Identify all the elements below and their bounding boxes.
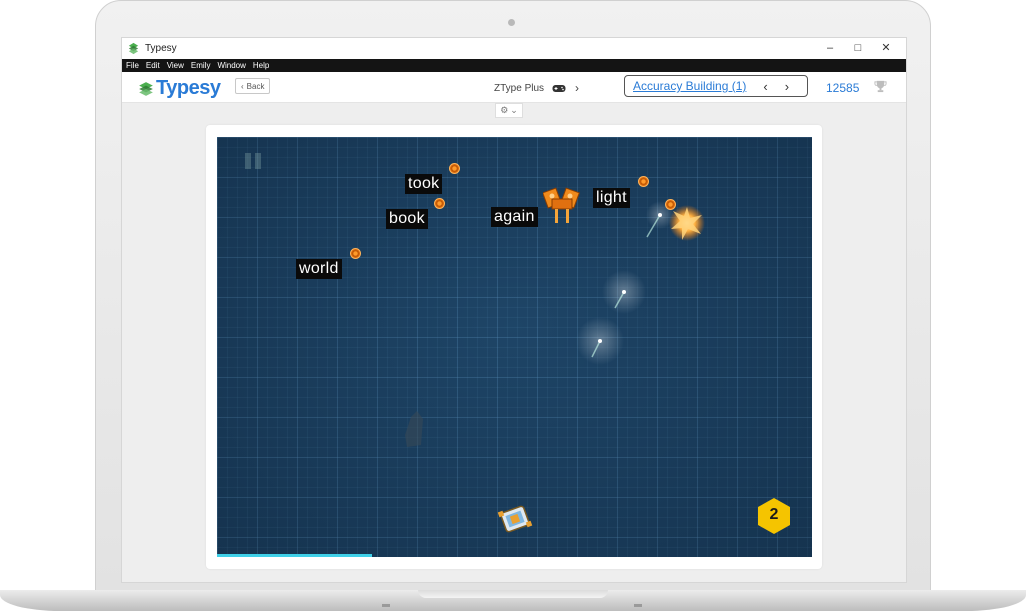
app-toolbar: Typesy ‹ Back ZType Plus › Accuracy Buil… xyxy=(122,72,906,103)
enemy-ship-icon xyxy=(434,198,445,209)
title-bar: Typesy – □ ✕ xyxy=(122,38,906,59)
mothership-icon xyxy=(543,187,580,223)
typesy-logo-icon xyxy=(128,42,139,55)
menu-window[interactable]: Window xyxy=(217,61,245,70)
maximize-button[interactable]: □ xyxy=(844,38,872,59)
lesson-navigator: Accuracy Building (1) ‹ › xyxy=(624,75,808,97)
app-window: Typesy – □ ✕ File Edit View Emily Window… xyxy=(121,37,907,583)
chevron-down-icon: ⌄ xyxy=(510,105,518,115)
chevron-right-icon[interactable]: › xyxy=(575,81,579,95)
lesson-link[interactable]: Accuracy Building (1) xyxy=(633,79,746,93)
wave-number: 2 xyxy=(769,506,779,523)
laptop-base-notch xyxy=(418,590,608,598)
minimize-button[interactable]: – xyxy=(816,38,844,59)
player-ship-icon xyxy=(497,505,533,533)
typesy-logo[interactable]: Typesy xyxy=(138,77,221,100)
back-label: Back xyxy=(246,81,265,91)
enemy-word: light xyxy=(593,188,630,208)
trophy-icon[interactable] xyxy=(874,80,887,93)
menu-bar: File Edit View Emily Window Help xyxy=(122,59,906,72)
pause-icon[interactable] xyxy=(243,152,263,170)
back-chevron-icon: ‹ xyxy=(241,81,244,91)
ship-shadow xyxy=(405,411,423,447)
chevron-right-icon[interactable]: › xyxy=(785,79,789,94)
enemy-word: book xyxy=(386,209,428,229)
menu-file[interactable]: File xyxy=(126,61,139,70)
menu-view[interactable]: View xyxy=(167,61,184,70)
game-canvas[interactable]: took book again light world 2 xyxy=(217,137,812,557)
game-selector[interactable]: ZType Plus › xyxy=(494,81,579,95)
camera-dot xyxy=(508,19,515,26)
chevron-left-icon[interactable]: ‹ xyxy=(763,79,767,94)
laptop-foot xyxy=(382,604,390,607)
settings-gear-icon: ⚙ xyxy=(500,105,509,115)
logo-text: Typesy xyxy=(156,77,221,99)
laptop-foot xyxy=(634,604,642,607)
close-button[interactable]: ✕ xyxy=(872,38,900,59)
enemy-ship-icon xyxy=(449,163,460,174)
settings-dropdown[interactable]: ⚙ ⌄ xyxy=(495,103,523,118)
menu-edit[interactable]: Edit xyxy=(146,61,160,70)
gamepad-icon xyxy=(552,84,566,92)
menu-help[interactable]: Help xyxy=(253,61,269,70)
level-progress-bar xyxy=(217,554,372,557)
enemy-ship-icon xyxy=(638,176,649,187)
typesy-logo-icon xyxy=(139,81,153,96)
enemy-ship-icon xyxy=(350,248,361,259)
enemy-word: world xyxy=(296,259,342,279)
explosion-effect xyxy=(669,205,705,241)
score-counter: 12585 xyxy=(826,81,860,95)
back-button[interactable]: ‹ Back xyxy=(235,78,271,94)
missile-trail xyxy=(576,317,624,365)
game-name-label: ZType Plus xyxy=(494,82,545,94)
enemy-word: again xyxy=(491,207,538,227)
window-title: Typesy xyxy=(145,43,177,54)
menu-emily[interactable]: Emily xyxy=(191,61,211,70)
window-controls: – □ ✕ xyxy=(816,38,900,59)
enemy-word: took xyxy=(405,174,443,194)
